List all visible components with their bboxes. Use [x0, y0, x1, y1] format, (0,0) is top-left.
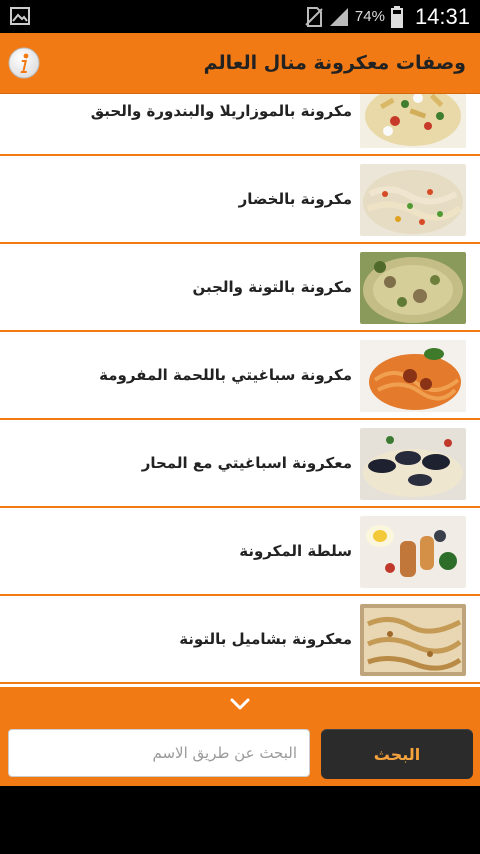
pasta-bechamel-photo	[360, 604, 466, 676]
gallery-icon	[10, 7, 30, 25]
recipe-name: معكرونة بشاميل بالتونة	[179, 630, 352, 648]
recipe-name: مكرونة بالخضار	[238, 190, 352, 208]
battery-percent: 74%	[354, 8, 385, 25]
battery-icon	[390, 5, 403, 28]
recipe-name: معكرونة اسباغيتي مع المحار	[141, 454, 352, 472]
recipe-name: مكرونة سباغيتي باللحمة المفرومة	[99, 366, 352, 384]
recipe-name: مكرونة بالتونة والجبن	[192, 278, 352, 296]
recipe-list[interactable]: مكرونة بالموزاريلا والبندورة والحبق مكرو…	[0, 94, 480, 687]
list-item[interactable]: مكرونة بالتونة والجبن	[0, 244, 480, 332]
list-item[interactable]: سلطة المكرونة	[0, 508, 480, 596]
status-bar: 74% 14:31	[0, 0, 480, 33]
search-button[interactable]: البحث	[321, 729, 473, 779]
app-bar: وصفات معكرونة منال العالم	[0, 33, 480, 94]
pasta-mozzarella-photo	[360, 94, 466, 148]
recipe-name: سلطة المكرونة	[239, 542, 352, 560]
pasta-vegetables-photo	[360, 164, 466, 236]
app-title: وصفات معكرونة منال العالم	[203, 52, 466, 74]
bottom-empty-area	[0, 786, 480, 854]
pasta-salad-photo	[360, 516, 466, 588]
list-item[interactable]: معكرونة بشاميل بالتونة	[0, 596, 480, 684]
list-item[interactable]: مكرونة بالخضار	[0, 156, 480, 244]
more-strip[interactable]	[0, 687, 480, 721]
pasta-tuna-cheese-photo	[360, 252, 466, 324]
search-bar: البحث	[0, 721, 480, 786]
list-item[interactable]: معكرونة اسباغيتي مع المحار	[0, 420, 480, 508]
spaghetti-meat-photo	[360, 340, 466, 412]
search-input[interactable]	[8, 729, 310, 777]
clock: 14:31	[414, 3, 470, 29]
list-item[interactable]: مكرونة بالموزاريلا والبندورة والحبق	[0, 94, 480, 156]
no-sim-icon	[305, 6, 323, 27]
chevron-down-icon[interactable]	[228, 696, 252, 712]
signal-icon	[329, 7, 348, 26]
info-icon[interactable]	[8, 47, 40, 79]
spaghetti-shellfish-photo	[360, 428, 466, 500]
list-item[interactable]: مكرونة سباغيتي باللحمة المفرومة	[0, 332, 480, 420]
recipe-name: مكرونة بالموزاريلا والبندورة والحبق	[90, 102, 352, 120]
